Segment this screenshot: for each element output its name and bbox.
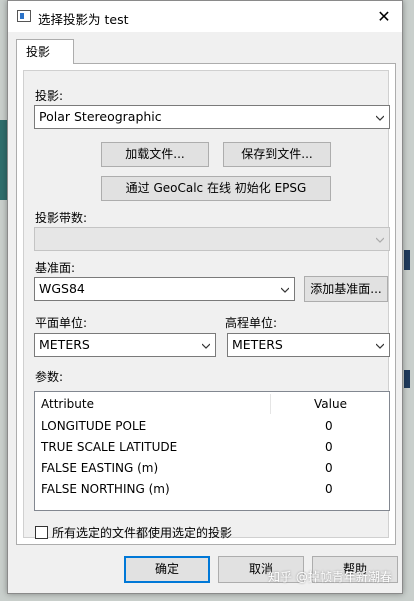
title-bar: 选择投影为 test ✕ [8,1,402,32]
value-cell[interactable]: 0 [325,440,333,454]
attribute-cell: FALSE EASTING (m) [41,461,159,475]
column-header-value[interactable]: Value [314,392,347,416]
table-row[interactable]: FALSE NORTHING (m) 0 [35,479,389,500]
column-divider[interactable] [270,394,271,414]
attribute-cell: LONGITUDE POLE [41,419,147,433]
add-datum-button[interactable]: 添加基准面... [304,276,388,302]
elevation-units-select[interactable]: METERS [227,333,390,357]
zone-select[interactable] [34,227,390,251]
chevron-down-icon [281,286,289,294]
projection-label: 投影: [35,89,64,103]
datum-label: 基准面: [35,261,76,275]
chevron-down-icon [376,114,384,122]
select-projection-dialog: 选择投影为 test ✕ 投影 投影: Polar Stereographic … [7,0,403,594]
load-file-button[interactable]: 加载文件... [101,142,209,167]
datum-select[interactable]: WGS84 [34,277,295,301]
close-button[interactable]: ✕ [366,1,402,32]
attribute-cell: FALSE NORTHING (m) [41,482,170,496]
column-header-attribute[interactable]: Attribute [41,392,94,416]
value-cell[interactable]: 0 [325,461,333,475]
chevron-down-icon [202,342,210,350]
planar-units-value: METERS [39,337,90,352]
app-window-icon [17,10,31,22]
apply-all-checkbox[interactable] [35,526,48,539]
planar-units-select[interactable]: METERS [34,333,216,357]
value-cell[interactable]: 0 [325,482,333,496]
table-row[interactable]: TRUE SCALE LATITUDE 0 [35,437,389,458]
elevation-units-value: METERS [232,337,283,352]
zone-label: 投影带数: [35,211,88,225]
watermark-text: 知乎 @掉帧青年新潮春 [268,570,392,584]
ok-button[interactable]: 确定 [124,556,210,583]
value-cell[interactable]: 0 [325,419,333,433]
dialog-title: 选择投影为 test [38,12,129,27]
table-row[interactable]: FALSE EASTING (m) 0 [35,458,389,479]
geocalc-init-epsg-button[interactable]: 通过 GeoCalc 在线 初始化 EPSG [101,176,331,201]
planar-units-label: 平面单位: [35,316,88,330]
attribute-cell: TRUE SCALE LATITUDE [41,440,178,454]
projection-select[interactable]: Polar Stereographic [34,105,390,129]
background-decoration [404,250,410,270]
parameters-table[interactable]: Attribute Value LONGITUDE POLE 0 TRUE SC… [34,391,390,511]
chevron-down-icon [376,342,384,350]
apply-all-label[interactable]: 所有选定的文件都使用选定的投影 [52,524,232,541]
table-row[interactable]: LONGITUDE POLE 0 [35,416,389,437]
projection-select-value: Polar Stereographic [39,109,162,124]
save-to-file-button[interactable]: 保存到文件... [223,142,331,167]
tab-panel: 投影: Polar Stereographic 加载文件... 保存到文件...… [16,63,396,545]
background-decoration [404,370,410,388]
chevron-down-icon [376,236,384,244]
elevation-units-label: 高程单位: [225,316,278,330]
parameters-label: 参数: [35,370,64,384]
datum-select-value: WGS84 [39,281,85,296]
projection-group: 投影: Polar Stereographic 加载文件... 保存到文件...… [23,70,390,541]
tab-projection[interactable]: 投影 [16,39,74,64]
